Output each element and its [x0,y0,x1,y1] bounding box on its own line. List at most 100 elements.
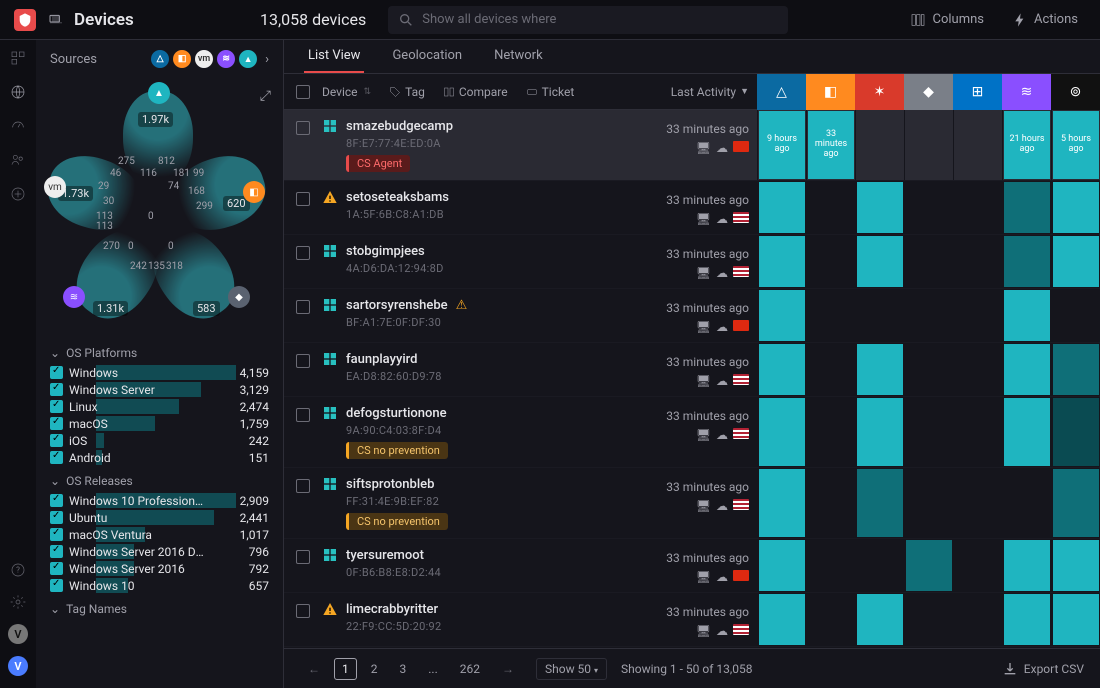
device-row[interactable]: limecrabbyritter 22:F9:CC:5D:20:92 33 mi… [284,593,1100,647]
matrix-cell[interactable] [855,397,904,467]
matrix-cell[interactable] [1051,539,1100,592]
matrix-cell[interactable] [806,539,855,592]
matrix-cell[interactable] [1051,593,1100,646]
filter-checkbox[interactable] [50,366,63,379]
matrix-cell[interactable] [953,235,1002,288]
filter-row[interactable]: macOS 1,759 [36,415,283,432]
nav-help-icon[interactable]: ? [8,560,28,580]
filter-row[interactable]: iOS 242 [36,432,283,449]
filter-row[interactable]: Windows Server 2016 Data... 796 [36,543,283,560]
matrix-cell[interactable] [1002,539,1051,592]
source-cloud-icon[interactable]: ▲ [239,50,257,68]
matrix-cell[interactable] [904,468,953,538]
matrix-cell[interactable] [953,468,1002,538]
radar-badge-vm[interactable]: vm [44,176,66,198]
matrix-cell[interactable] [806,593,855,646]
row-checkbox[interactable] [296,300,310,314]
page-next[interactable]: → [494,658,522,680]
matrix-cell[interactable] [806,289,855,342]
chevron-right-icon[interactable]: › [265,52,269,67]
row-checkbox[interactable] [296,550,310,564]
matrix-cell[interactable]: 21 hours ago [1002,110,1051,180]
filter-checkbox[interactable] [50,562,63,575]
matrix-cell[interactable] [757,397,806,467]
matrix-cell[interactable] [953,181,1002,234]
matrix-cell[interactable] [904,110,953,180]
columns-button[interactable]: Columns [902,8,992,32]
column-device[interactable]: Device [322,85,371,99]
search-input[interactable]: Show all devices where [388,6,788,34]
matrix-cell[interactable] [855,539,904,592]
device-row[interactable]: siftsprotonbleb FF:31:4E:9B:EF:82 CS no … [284,468,1100,539]
filter-checkbox[interactable] [50,451,63,464]
column-tag[interactable]: Tag [389,85,425,99]
nav-users-icon[interactable] [8,150,28,170]
row-checkbox[interactable] [296,354,310,368]
matrix-cell[interactable] [1051,397,1100,467]
matrix-cell[interactable] [855,181,904,234]
radar-badge-wave[interactable]: ≋ [63,286,85,308]
matrix-header-vmware[interactable]: ⊚ [1051,74,1100,110]
matrix-header-tenable[interactable]: ◧ [806,74,855,110]
matrix-cell[interactable] [1051,289,1100,342]
filter-checkbox[interactable] [50,494,63,507]
device-row[interactable]: defogsturtionone 9A:90:C4:03:8F:D4 CS no… [284,397,1100,468]
filter-row[interactable]: Windows Server 3,129 [36,381,283,398]
matrix-cell[interactable] [904,343,953,396]
matrix-cell[interactable] [953,593,1002,646]
matrix-cell[interactable] [904,593,953,646]
filter-row[interactable]: Windows Server 2016 792 [36,560,283,577]
row-checkbox[interactable] [296,121,310,135]
filter-checkbox[interactable] [50,434,63,447]
matrix-cell[interactable] [855,593,904,646]
filter-checkbox[interactable] [50,545,63,558]
filter-checkbox[interactable] [50,528,63,541]
tab-geolocation[interactable]: Geolocation [388,40,466,73]
matrix-cell[interactable] [904,235,953,288]
device-row[interactable]: setoseteaksbams 1A:5F:6B:C8:A1:DB 33 min… [284,181,1100,235]
matrix-header-windows[interactable]: ⊞ [953,74,1002,110]
filter-checkbox[interactable] [50,400,63,413]
filter-checkbox[interactable] [50,383,63,396]
actions-button[interactable]: Actions [1004,8,1086,32]
matrix-cell[interactable] [1002,343,1051,396]
nav-dashboard-icon[interactable] [8,48,28,68]
tab-list-view[interactable]: List View [304,40,364,73]
matrix-cell[interactable] [1051,468,1100,538]
filter-row[interactable]: Ubuntu 2,441 [36,509,283,526]
matrix-cell[interactable] [855,468,904,538]
nav-settings-icon[interactable] [8,592,28,612]
matrix-header-palo[interactable]: △ [757,74,806,110]
page-last[interactable]: 262 [452,658,488,680]
row-checkbox[interactable] [296,408,310,422]
device-row[interactable]: tyersuremoot 0F:B6:B8:E8:D2:44 33 minute… [284,539,1100,593]
filter-row[interactable]: Windows 4,159 [36,364,283,381]
matrix-cell[interactable]: 9 hours ago [757,110,806,180]
column-ticket[interactable]: Ticket [526,85,575,99]
matrix-cell[interactable] [953,289,1002,342]
matrix-header-wave[interactable]: ≋ [1002,74,1051,110]
matrix-cell[interactable] [757,289,806,342]
matrix-cell[interactable] [1051,181,1100,234]
page-2[interactable]: 2 [363,658,386,680]
radar-badge-tenable[interactable]: ◧ [243,181,265,203]
source-tenable-icon[interactable]: ◧ [173,50,191,68]
matrix-cell[interactable] [806,343,855,396]
matrix-cell[interactable] [806,181,855,234]
row-checkbox[interactable] [296,479,310,493]
matrix-cell[interactable] [904,181,953,234]
filter-row[interactable]: Windows 10 657 [36,577,283,594]
matrix-header-sentinel[interactable]: ◆ [904,74,953,110]
matrix-cell[interactable] [953,397,1002,467]
nav-globe-icon[interactable] [8,82,28,102]
radar-badge-sentinel[interactable]: ◆ [228,286,250,308]
matrix-cell[interactable] [1051,235,1100,288]
matrix-cell[interactable] [904,289,953,342]
matrix-cell[interactable] [757,593,806,646]
filter-checkbox[interactable] [50,417,63,430]
source-filter-icons[interactable]: △ ◧ vm ≋ ▲ [151,50,257,68]
page-prev[interactable]: ← [300,658,328,680]
filter-row[interactable]: Android 151 [36,449,283,466]
matrix-cell[interactable] [855,235,904,288]
brand-logo[interactable] [14,9,36,31]
